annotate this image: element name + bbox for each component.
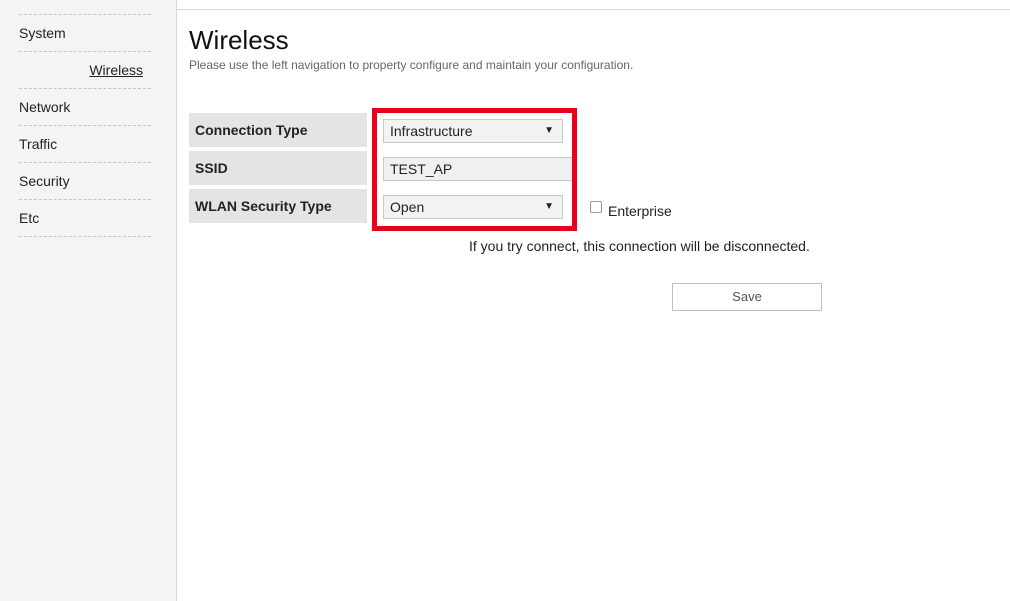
sidebar-item-network[interactable]: Network [19,89,151,126]
ssid-label: SSID [189,151,367,185]
sidebar-item-system[interactable]: System [19,15,151,52]
sidebar-item-label: Network [19,99,71,115]
sidebar-nav: System Wireless Network Traffic Security… [19,14,151,237]
wlan-security-type-label: WLAN Security Type [189,189,367,223]
sidebar-item-label: System [19,25,66,41]
sidebar-item-label: Wireless [89,62,143,78]
top-divider [176,9,1010,10]
enterprise-label: Enterprise [608,203,672,219]
sidebar-item-label: Security [19,173,70,189]
sidebar-item-security[interactable]: Security [19,163,151,200]
sidebar-item-label: Etc [19,210,40,226]
disconnect-notice: If you try connect, this connection will… [469,238,810,254]
enterprise-checkbox[interactable] [590,201,602,213]
sidebar-item-traffic[interactable]: Traffic [19,126,151,163]
save-button[interactable]: Save [672,283,822,311]
highlight-box [372,108,577,231]
connection-type-label: Connection Type [189,113,367,147]
sidebar-item-etc[interactable]: Etc [19,200,151,237]
sidebar-item-wireless[interactable]: Wireless [19,52,151,89]
page-title: Wireless [189,25,289,55]
sidebar: System Wireless Network Traffic Security… [0,0,177,601]
sidebar-item-label: Traffic [19,136,58,152]
page-subtitle: Please use the left navigation to proper… [189,58,634,72]
